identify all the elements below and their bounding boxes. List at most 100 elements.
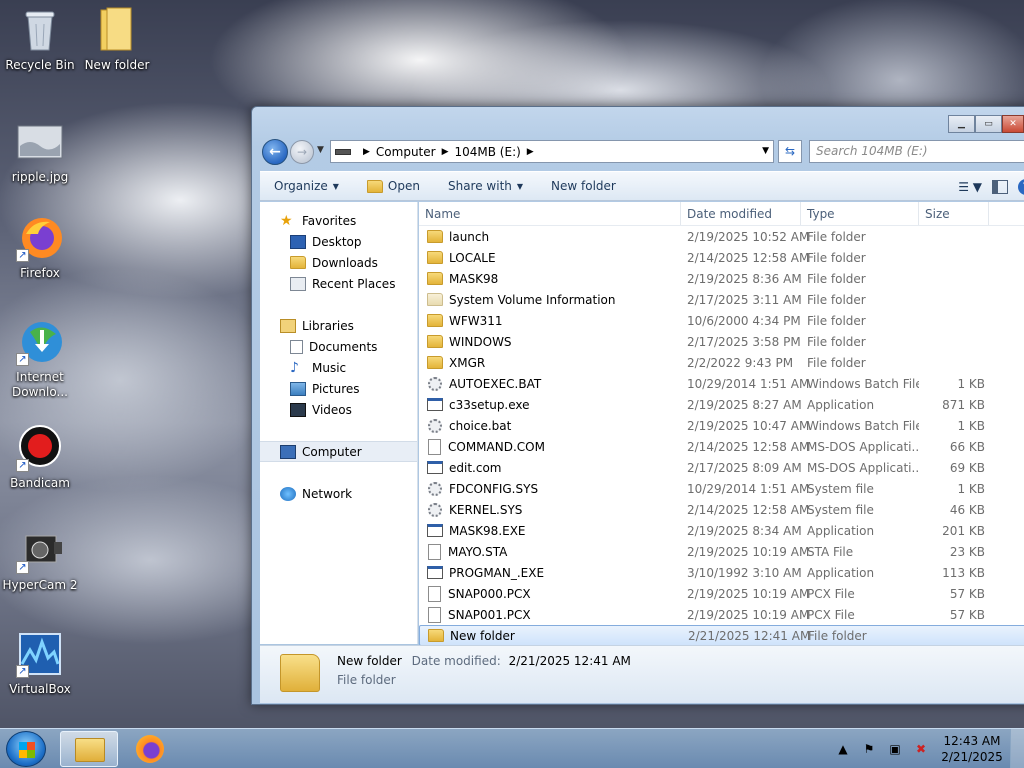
recent-pages-dropdown[interactable]: ▼ xyxy=(317,145,324,155)
address-dropdown-icon[interactable]: ▼ xyxy=(762,146,769,156)
pictures-icon xyxy=(290,381,306,396)
close-button[interactable]: ✕ xyxy=(1002,115,1024,133)
network-tray-icon[interactable]: ▣ xyxy=(887,741,903,757)
star-icon: ★ xyxy=(280,212,293,229)
file-name: XMGR xyxy=(449,355,486,370)
column-size[interactable]: Size xyxy=(919,202,989,225)
preview-pane-icon[interactable] xyxy=(992,180,1008,194)
column-name[interactable]: Name xyxy=(419,202,681,225)
file-row[interactable]: AUTOEXEC.BAT 10/29/2014 1:51 AM Windows Ba… xyxy=(419,373,1024,394)
file-row[interactable]: choice.bat 2/19/2025 10:47 AM Windows Batc… xyxy=(419,415,1024,436)
open-button[interactable]: Open xyxy=(353,179,434,193)
nav-documents[interactable]: Documents xyxy=(260,336,417,357)
file-row[interactable]: WFW311 10/6/2000 4:34 PM File folder xyxy=(419,310,1024,331)
new-folder-button[interactable]: New folder xyxy=(537,179,630,193)
file-type: File folder xyxy=(808,628,867,643)
file-date: 2/17/2025 3:58 PM xyxy=(687,334,801,349)
desktop-icon-bandicam[interactable]: ↗ Bandicam xyxy=(0,424,80,491)
taskbar-explorer-button[interactable] xyxy=(60,731,118,767)
file-row[interactable]: c33setup.exe 2/19/2025 8:27 AM Application… xyxy=(419,394,1024,415)
document-icon xyxy=(428,585,441,602)
volume-muted-icon[interactable]: ✖ xyxy=(913,741,929,757)
file-name-cell: KERNEL.SYS xyxy=(419,502,681,517)
breadcrumb-computer[interactable]: Computer xyxy=(376,145,436,159)
file-row[interactable]: LOCALE 2/14/2025 12:58 AM File folder xyxy=(419,247,1024,268)
file-type: Application xyxy=(807,523,875,538)
view-options-icon[interactable]: ☰ ▼ xyxy=(958,180,982,194)
column-type[interactable]: Type xyxy=(801,202,919,225)
file-type: File folder xyxy=(807,292,866,307)
nav-desktop[interactable]: Desktop xyxy=(260,231,417,252)
forward-button[interactable]: → xyxy=(290,140,314,164)
search-input[interactable]: Search 104MB (E:) xyxy=(809,140,1024,163)
nav-videos[interactable]: Videos xyxy=(260,399,417,420)
file-type: File folder xyxy=(807,250,866,265)
file-row[interactable]: MAYO.STA 2/19/2025 10:19 AM STA File 23 KB xyxy=(419,541,1024,562)
file-row[interactable]: System Volume Information 2/17/2025 3:11 … xyxy=(419,289,1024,310)
details-date-value: 2/21/2025 12:41 AM xyxy=(508,654,631,668)
nav-downloads[interactable]: Downloads xyxy=(260,252,417,273)
file-name-cell: WINDOWS xyxy=(419,335,681,349)
desktop-icon-recycle-bin[interactable]: Recycle Bin xyxy=(0,6,80,73)
document-icon xyxy=(428,438,441,455)
show-hidden-icons-button[interactable]: ▲ xyxy=(835,741,851,757)
file-row[interactable]: FDCONFIG.SYS 10/29/2014 1:51 AM System fil… xyxy=(419,478,1024,499)
file-row[interactable]: COMMAND.COM 2/14/2025 12:58 AM MS-DOS Appl… xyxy=(419,436,1024,457)
back-button[interactable]: ← xyxy=(262,139,288,165)
file-date: 2/19/2025 8:27 AM xyxy=(687,397,802,412)
folder-icon xyxy=(427,251,443,264)
desktop-icon-ripple-jpg[interactable]: ripple.jpg xyxy=(0,118,80,185)
file-name: MASK98.EXE xyxy=(449,523,526,538)
file-row[interactable]: launch 2/19/2025 10:52 AM File folder xyxy=(419,226,1024,247)
minimize-button[interactable]: ▁ xyxy=(948,115,975,133)
organize-label: Organize xyxy=(274,179,328,193)
file-row[interactable]: KERNEL.SYS 2/14/2025 12:58 AM System file 4… xyxy=(419,499,1024,520)
desktop-icon-internet-download[interactable]: ↗ Internet Downlo... xyxy=(0,318,80,400)
start-button[interactable] xyxy=(6,731,46,767)
document-icon xyxy=(428,606,441,623)
file-date: 2/14/2025 12:58 AM xyxy=(687,439,810,454)
desktop-icon-label: ripple.jpg xyxy=(11,170,69,184)
breadcrumb-drive[interactable]: 104MB (E:) xyxy=(455,145,521,159)
file-row[interactable]: SNAP001.PCX 2/19/2025 10:19 AM PCX File 57 … xyxy=(419,604,1024,625)
organize-button[interactable]: Organize ▼ xyxy=(260,179,353,193)
chevron-right-icon[interactable]: ▶ xyxy=(527,147,534,157)
desktop-icon-label: Recycle Bin xyxy=(5,58,75,72)
column-date-modified[interactable]: Date modified xyxy=(681,202,801,225)
file-row[interactable]: MASK98.EXE 2/19/2025 8:34 AM Application 20… xyxy=(419,520,1024,541)
nav-pictures[interactable]: Pictures xyxy=(260,378,417,399)
taskbar-firefox-button[interactable] xyxy=(122,731,180,767)
share-with-button[interactable]: Share with ▼ xyxy=(434,179,537,193)
file-row[interactable]: New folder 2/21/2025 12:41 AM File folder xyxy=(419,625,1024,646)
chevron-right-icon[interactable]: ▶ xyxy=(442,147,449,157)
nav-recent-places[interactable]: Recent Places xyxy=(260,273,417,294)
nav-favorites[interactable]: ★ Favorites xyxy=(260,210,417,231)
file-row[interactable]: SNAP000.PCX 2/19/2025 10:19 AM PCX File 57 … xyxy=(419,583,1024,604)
action-center-flag-icon[interactable]: ⚑ xyxy=(861,741,877,757)
file-row[interactable]: WINDOWS 2/17/2025 3:58 PM File folder xyxy=(419,331,1024,352)
file-name-cell: edit.com xyxy=(419,461,681,475)
show-desktop-button[interactable] xyxy=(1010,729,1024,768)
address-bar[interactable]: ▶ Computer ▶ 104MB (E:) ▶ ▼ xyxy=(330,140,774,163)
desktop-icon-firefox[interactable]: ↗ Firefox xyxy=(0,214,80,281)
refresh-button[interactable]: ⇆ xyxy=(778,140,802,163)
file-row[interactable]: PROGMAN_.EXE 3/10/1992 3:10 AM Application… xyxy=(419,562,1024,583)
help-icon[interactable]: ? xyxy=(1018,179,1024,195)
windows-logo-icon xyxy=(19,742,35,758)
file-size: 871 KB xyxy=(942,397,985,412)
nav-label: Downloads xyxy=(312,255,378,270)
maximize-button[interactable]: ▭ xyxy=(975,115,1002,133)
desktop-icon-virtualbox[interactable]: ↗ VirtualBox xyxy=(0,630,80,697)
explorer-icon xyxy=(75,738,105,762)
file-row[interactable]: MASK98 2/19/2025 8:36 AM File folder xyxy=(419,268,1024,289)
new-folder-label: New folder xyxy=(551,179,616,193)
clock[interactable]: 12:43 AM 2/21/2025 xyxy=(934,733,1010,765)
file-row[interactable]: edit.com 2/17/2025 8:09 AM MS-DOS Applicat… xyxy=(419,457,1024,478)
file-row[interactable]: XMGR 2/2/2022 9:43 PM File folder xyxy=(419,352,1024,373)
desktop-icon-new-folder[interactable]: New folder xyxy=(77,6,157,73)
desktop-icon-hypercam[interactable]: ↗ HyperCam 2 xyxy=(0,526,80,593)
nav-libraries[interactable]: Libraries xyxy=(260,315,417,336)
nav-computer[interactable]: Computer xyxy=(260,441,417,462)
nav-music[interactable]: ♪ Music xyxy=(260,357,417,378)
nav-network[interactable]: Network xyxy=(260,483,417,504)
